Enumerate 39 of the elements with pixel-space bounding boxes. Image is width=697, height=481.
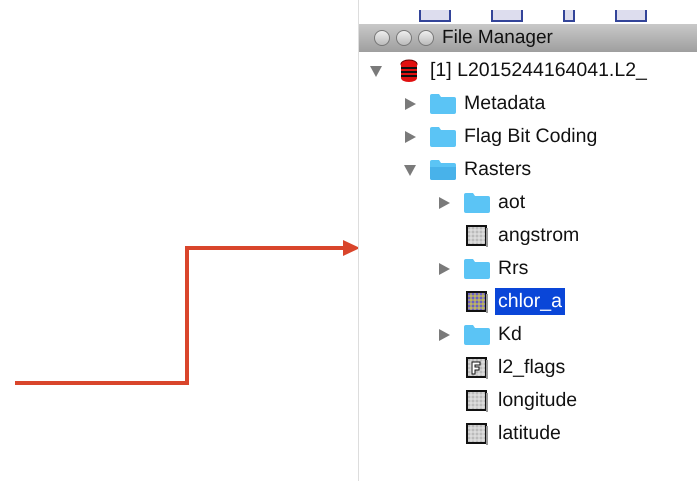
window-button[interactable] xyxy=(374,30,390,46)
expand-icon[interactable] xyxy=(437,196,451,210)
window-button[interactable] xyxy=(396,30,412,46)
tree-item[interactable]: latitude xyxy=(495,420,564,447)
tree-item[interactable]: chlor_a xyxy=(495,288,565,315)
folder-icon xyxy=(429,126,457,148)
window-button[interactable] xyxy=(418,30,434,46)
collapse-icon[interactable] xyxy=(403,162,417,176)
expand-icon[interactable] xyxy=(403,130,417,144)
raster-band-icon xyxy=(466,224,488,246)
expand-icon[interactable] xyxy=(437,262,451,276)
tree-item[interactable]: [1] L2015244164041.L2_ xyxy=(427,57,650,84)
tree-item[interactable]: Kd xyxy=(495,321,525,348)
toolbar-icon[interactable] xyxy=(491,10,523,22)
folder-icon xyxy=(463,324,491,346)
tree-item[interactable]: Metadata xyxy=(461,90,548,117)
raster-band-icon xyxy=(466,290,488,312)
folder-icon xyxy=(463,192,491,214)
folder-icon xyxy=(463,258,491,280)
toolbar-icon[interactable] xyxy=(615,10,647,22)
raster-band-icon xyxy=(466,422,488,444)
expand-icon[interactable] xyxy=(437,328,451,342)
tree-item[interactable]: l2_flags xyxy=(495,354,568,381)
tree-item[interactable]: aot xyxy=(495,189,528,216)
window-title: File Manager xyxy=(442,27,553,49)
folder-icon xyxy=(429,92,457,114)
tree-item[interactable]: Rasters xyxy=(461,156,534,183)
tree-item[interactable]: Flag Bit Coding xyxy=(461,123,600,150)
folder-icon xyxy=(429,158,457,180)
raster-band-icon xyxy=(466,390,488,412)
toolbar-icon[interactable] xyxy=(419,10,451,22)
database-icon xyxy=(398,58,420,82)
expand-icon[interactable] xyxy=(403,96,417,110)
flag-band-icon xyxy=(466,356,488,378)
tree-item[interactable]: Rrs xyxy=(495,255,532,282)
collapse-icon[interactable] xyxy=(369,64,383,78)
toolbar-icon[interactable] xyxy=(563,10,575,22)
tree-item[interactable]: angstrom xyxy=(495,222,582,249)
tree-item[interactable]: longitude xyxy=(495,387,580,414)
